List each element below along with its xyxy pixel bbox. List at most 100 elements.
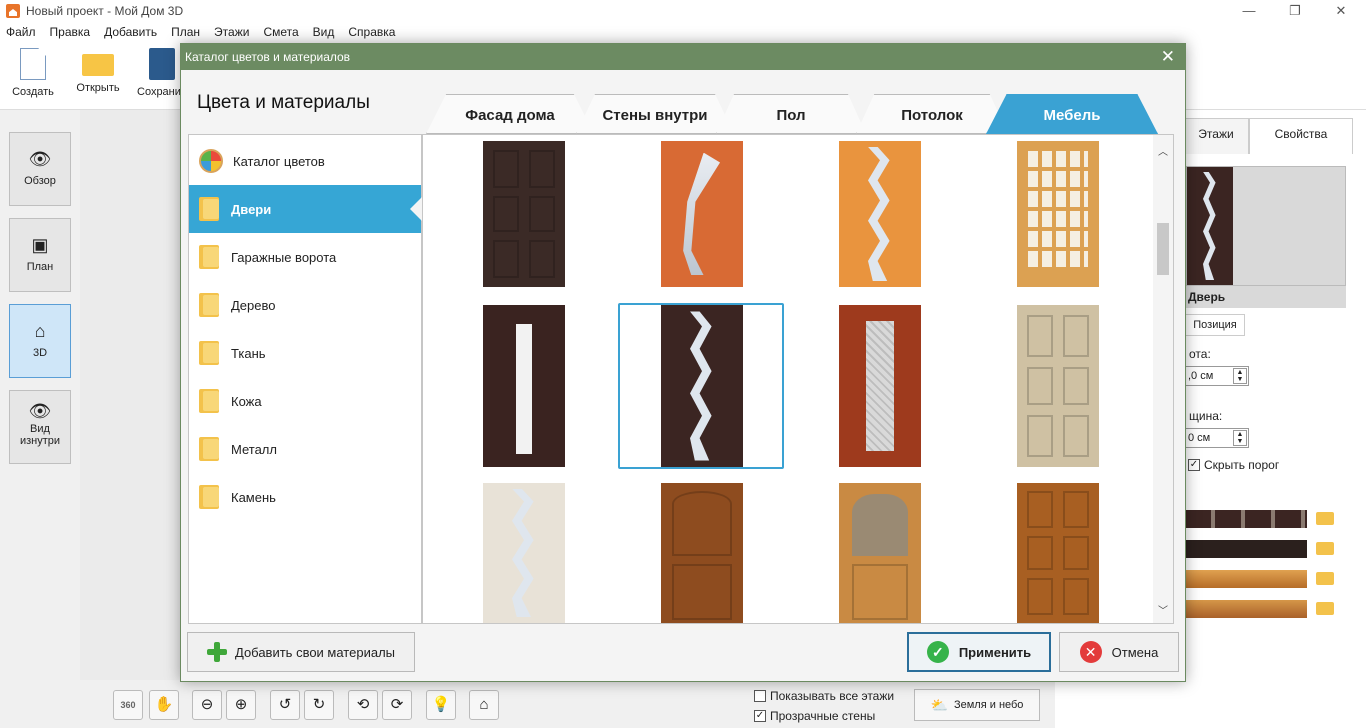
apply-button[interactable]: ✓ Применить [907, 632, 1051, 672]
menu-add[interactable]: Добавить [104, 25, 157, 39]
create-button[interactable]: Создать [3, 48, 63, 98]
overview-label: Обзор [24, 175, 56, 187]
tab-properties[interactable]: Свойства [1249, 118, 1353, 154]
category-stone[interactable]: Камень [189, 473, 421, 521]
tilt-up-button[interactable]: ⟲ [348, 690, 378, 720]
swatch-wenge-narrow-glass-door[interactable] [483, 305, 565, 467]
category-label: Ткань [231, 345, 266, 361]
menu-edit[interactable]: Правка [50, 25, 91, 39]
rotate-left-icon: ↺ [278, 696, 292, 713]
height-spinner[interactable]: ▲ ▼ [1233, 368, 1247, 384]
materials-catalog-dialog: Каталог цветов и материалов ✕ Цвета и ма… [180, 43, 1186, 682]
new-document-icon [20, 48, 46, 80]
swatch-brown-arch-door[interactable] [661, 483, 743, 623]
category-wood[interactable]: Дерево [189, 281, 421, 329]
category-doors[interactable]: Двери [189, 185, 422, 233]
inside-view-button[interactable]: 👁 Вид изнутри [9, 390, 71, 464]
material-swatch-frame[interactable] [1185, 540, 1307, 558]
swatch-light-orange-wave-door[interactable] [839, 141, 921, 287]
swatch-oak-light-panel-door[interactable] [1017, 305, 1099, 467]
dialog-heading: Цвета и материалы [197, 92, 370, 113]
scroll-thumb[interactable] [1157, 223, 1169, 275]
swatch-red-ornament-glass-door[interactable] [839, 305, 921, 467]
folder-icon[interactable] [1316, 602, 1334, 615]
tab-facade[interactable]: Фасад дома [426, 94, 594, 134]
tab-position[interactable]: Позиция [1185, 314, 1245, 336]
category-label: Гаражные ворота [231, 249, 337, 265]
material-swatch-grid: ︿ ﹀ [422, 134, 1174, 624]
width-field[interactable]: 0 см ▲ ▼ [1185, 428, 1249, 448]
folder-icon[interactable] [1316, 512, 1334, 525]
rotate-left-button[interactable]: ↺ [270, 690, 300, 720]
rotate-right-button[interactable]: ↻ [304, 690, 334, 720]
menu-estimate[interactable]: Смета [263, 25, 298, 39]
plan-button[interactable]: ▣ План [9, 218, 71, 292]
scroll-up-icon[interactable]: ︿ [1153, 143, 1173, 158]
rotate-360-button[interactable]: 360 [113, 690, 143, 720]
folder-icon [199, 293, 219, 317]
category-metal[interactable]: Металл [189, 425, 421, 473]
show-all-floors-checkbox[interactable]: Показывать все этажи [754, 689, 894, 703]
dialog-close-icon[interactable]: ✕ [1161, 44, 1175, 70]
3d-button[interactable]: ⌂ 3D [9, 304, 71, 378]
folder-icon [199, 197, 219, 221]
overview-button[interactable]: 👁 Обзор [9, 132, 71, 206]
material-swatch-trim[interactable] [1185, 570, 1307, 588]
swatch-golden-panel-door[interactable] [1017, 483, 1099, 623]
tab-ceiling-label: Потолок [901, 107, 963, 124]
dialog-title-bar: Каталог цветов и материалов ✕ [181, 44, 1185, 70]
open-button[interactable]: Открыть [68, 48, 128, 94]
menu-plan[interactable]: План [171, 25, 200, 39]
earth-sky-button[interactable]: ⛅ Земля и небо [914, 689, 1040, 721]
tab-furniture[interactable]: Мебель [986, 94, 1158, 134]
zoom-out-button[interactable]: ⊖ [192, 690, 222, 720]
scroll-down-icon[interactable]: ﹀ [1153, 602, 1173, 617]
home-view-button[interactable]: ⌂ [469, 690, 499, 720]
menu-view[interactable]: Вид [313, 25, 335, 39]
tab-furniture-label: Мебель [1043, 107, 1101, 124]
category-garage-doors[interactable]: Гаражные ворота [189, 233, 421, 281]
selected-swatch-frame [618, 303, 784, 469]
swatch-grid-glass-door[interactable] [1017, 141, 1099, 287]
menu-help[interactable]: Справка [348, 25, 395, 39]
tab-interior-walls[interactable]: Стены внутри [576, 94, 734, 134]
tab-floors[interactable]: Этажи [1183, 118, 1249, 154]
height-label: ота: [1189, 347, 1211, 361]
swatch-dark-panel-door[interactable] [483, 141, 565, 287]
category-leather[interactable]: Кожа [189, 377, 421, 425]
width-spinner[interactable]: ▲ ▼ [1233, 430, 1247, 446]
height-field[interactable]: ,0 см ▲ ▼ [1185, 366, 1249, 386]
swatch-orange-glass-curve-door[interactable] [661, 141, 743, 287]
category-color-catalog[interactable]: Каталог цветов [189, 137, 421, 185]
dialog-title: Каталог цветов и материалов [185, 50, 351, 64]
hand-pan-button[interactable]: ✋ [149, 690, 179, 720]
tab-floor[interactable]: Пол [716, 94, 866, 134]
category-fabric[interactable]: Ткань [189, 329, 421, 377]
category-label: Двери [231, 201, 272, 217]
folder-icon[interactable] [1316, 542, 1334, 555]
hide-threshold-label: Скрыть порог [1204, 458, 1280, 472]
folder-icon[interactable] [1316, 572, 1334, 585]
add-materials-button[interactable]: Добавить свои материалы [187, 632, 415, 672]
material-swatch-door[interactable] [1185, 510, 1307, 528]
checkmark-icon: ✓ [926, 641, 949, 663]
transparent-walls-checkbox[interactable]: ✓ Прозрачные стены [754, 709, 875, 723]
swatch-oak-flower-glass-door[interactable] [839, 483, 921, 623]
lighting-button[interactable]: 💡 [426, 690, 456, 720]
menu-floors[interactable]: Этажи [214, 25, 249, 39]
cancel-button[interactable]: ✕ Отмена [1059, 632, 1179, 672]
tilt-down-button[interactable]: ⟳ [382, 690, 412, 720]
folder-icon [199, 341, 219, 365]
menu-file[interactable]: Файл [6, 25, 36, 39]
hide-threshold-checkbox[interactable]: ✓ Скрыть порог [1188, 458, 1279, 472]
menu-bar: Файл Правка Добавить План Этажи Смета Ви… [0, 22, 1366, 42]
grid-scrollbar[interactable]: ︿ ﹀ [1153, 135, 1173, 623]
close-window-button[interactable]: ✕ [1318, 0, 1364, 22]
swatch-bleached-wave-door[interactable] [483, 483, 565, 623]
material-swatch-handle[interactable] [1185, 600, 1307, 618]
minimize-button[interactable]: — [1226, 0, 1272, 22]
maximize-button[interactable]: ❐ [1272, 0, 1318, 22]
eye-icon: 👁 [28, 401, 52, 421]
plus-icon [207, 642, 227, 662]
zoom-in-button[interactable]: ⊕ [226, 690, 256, 720]
